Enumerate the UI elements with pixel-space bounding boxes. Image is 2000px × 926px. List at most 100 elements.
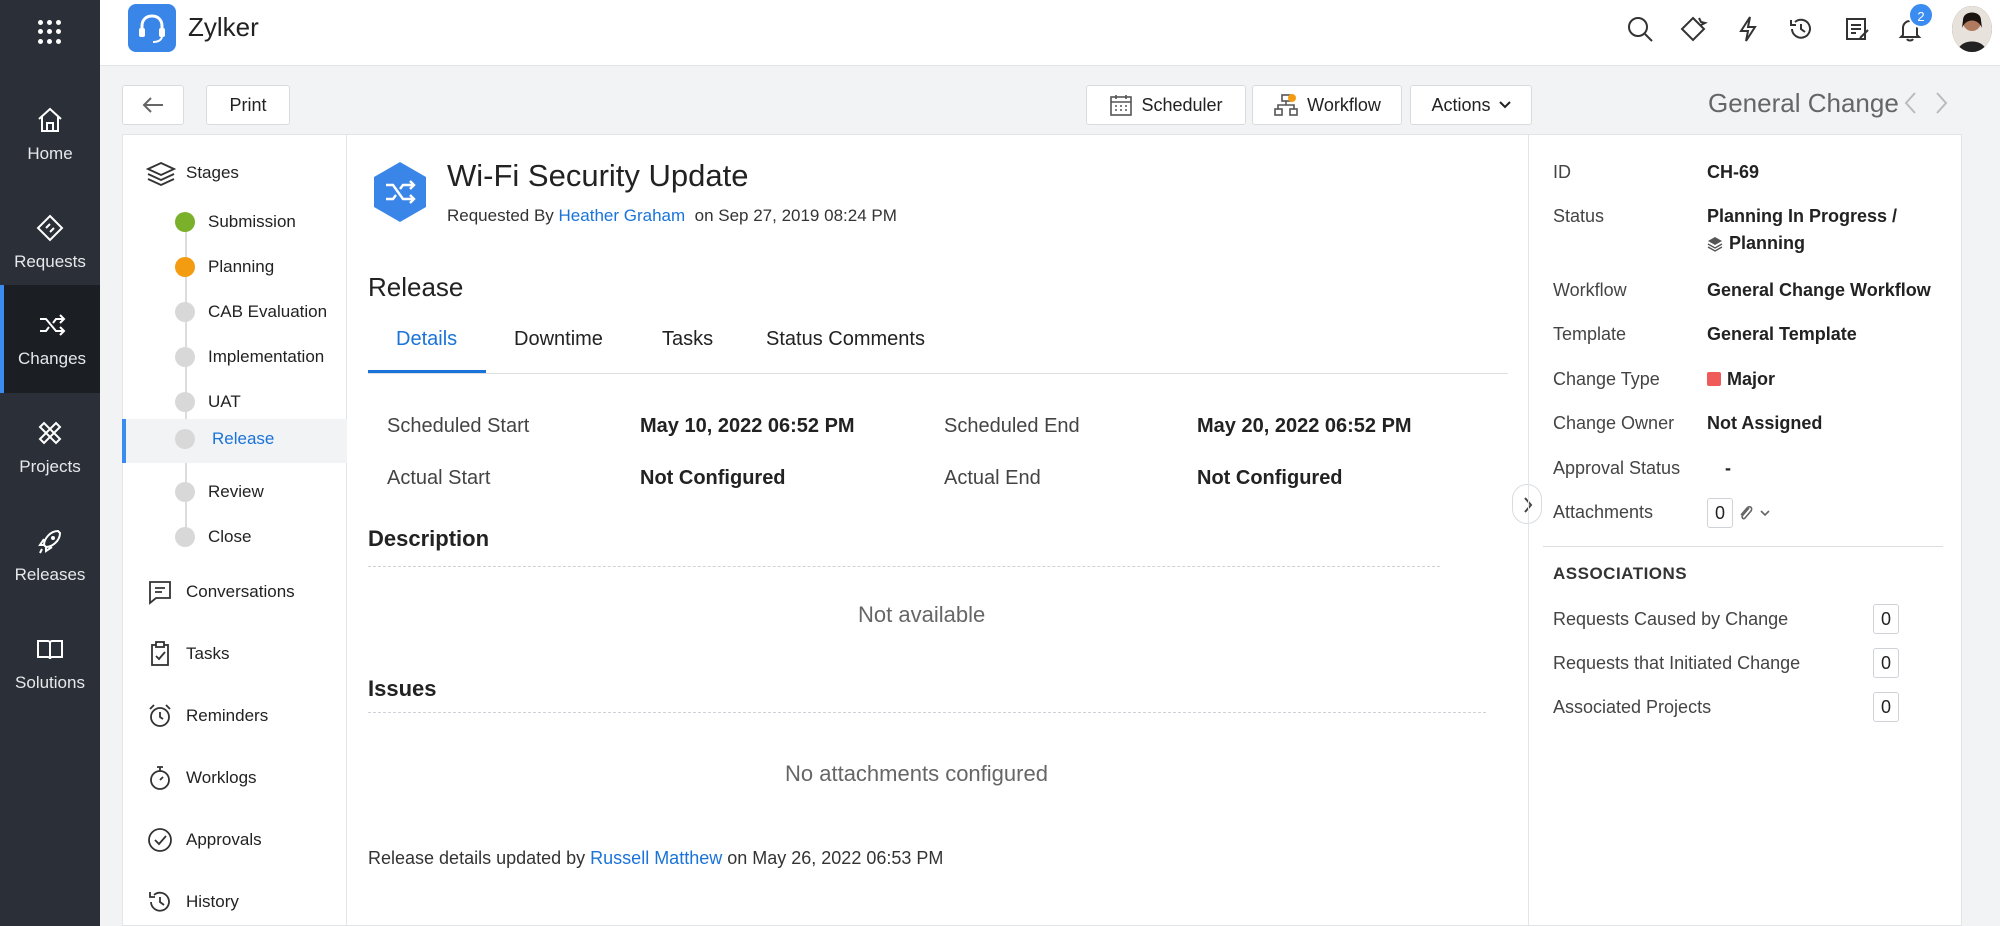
menu-reminders[interactable]: Reminders	[146, 702, 268, 730]
print-label: Print	[229, 94, 267, 115]
menu-history[interactable]: History	[146, 888, 239, 916]
nav-item-releases[interactable]: Releases	[0, 501, 100, 609]
association-projects[interactable]: Associated Projects	[1553, 697, 1711, 718]
menu-conversations[interactable]: Conversations	[146, 578, 295, 606]
scheduler-label: Scheduler	[1141, 94, 1223, 115]
scheduled-end-label: Scheduled End	[944, 415, 1080, 437]
stage-release[interactable]: Release	[122, 419, 347, 463]
requester-link[interactable]: Heather Graham	[559, 206, 686, 225]
nav-item-home[interactable]: Home	[0, 80, 100, 188]
divider	[368, 712, 1486, 713]
approval-label: Approval Status	[1553, 458, 1681, 478]
stage-dot	[175, 302, 195, 322]
approval-value: -	[1725, 458, 1731, 478]
updated-prefix: Release details updated by	[368, 848, 586, 868]
avatar[interactable]	[1952, 6, 1992, 52]
status-label: Status	[1553, 206, 1605, 226]
change-type-text: Major	[1727, 369, 1776, 389]
nav-item-changes[interactable]: Changes	[0, 285, 100, 393]
stage-uat[interactable]: UAT	[122, 382, 347, 422]
projects-icon	[38, 421, 62, 445]
status-stage-label: Planning	[1729, 233, 1805, 253]
scheduled-start-label: Scheduled Start	[387, 415, 530, 437]
menu-approvals[interactable]: Approvals	[146, 826, 262, 854]
requested-by-label: Requested By	[447, 206, 554, 225]
tools-icon[interactable]	[1678, 14, 1708, 44]
lightning-icon[interactable]	[1733, 14, 1763, 44]
apps-grid-icon[interactable]	[38, 20, 62, 44]
requested-date: on Sep 27, 2019 08:24 PM	[694, 206, 897, 225]
stage-dot	[175, 527, 195, 547]
scheduler-button[interactable]: Scheduler	[1086, 85, 1246, 125]
menu-label: Reminders	[186, 706, 269, 725]
history-icon[interactable]	[1786, 14, 1816, 44]
tab-tasks[interactable]: Tasks	[662, 328, 713, 351]
page-type-title: General Change	[1708, 88, 1899, 118]
scheduled-end-value: May 20, 2022 06:52 PM	[1197, 415, 1412, 437]
top-bar: Zylker 2	[100, 0, 2000, 66]
tab-status-comments[interactable]: Status Comments	[766, 328, 925, 351]
menu-worklogs[interactable]: Worklogs	[146, 764, 257, 792]
alarm-clock-icon	[149, 704, 171, 727]
app-logo[interactable]	[128, 4, 176, 52]
requested-by: Requested By Heather Graham on Sep 27, 2…	[447, 206, 897, 226]
print-button[interactable]: Print	[206, 85, 290, 125]
association-requests-initiated[interactable]: Requests that Initiated Change	[1553, 653, 1800, 674]
menu-label: Tasks	[186, 644, 230, 663]
paperclip-icon	[1740, 505, 1753, 520]
next-record-icon[interactable]	[1930, 90, 1952, 116]
tab-downtime[interactable]: Downtime	[514, 328, 603, 351]
stage-dot	[175, 347, 195, 367]
workflow-icon	[1274, 94, 1298, 116]
nav-item-requests[interactable]: Requests	[0, 188, 100, 296]
updated-by-link[interactable]: Russell Matthew	[590, 848, 722, 868]
release-details: Wi-Fi Security Update Requested By Heath…	[348, 134, 1528, 926]
layers-icon	[1707, 236, 1723, 252]
status-stage: Planning	[1707, 233, 1805, 254]
stage-implementation[interactable]: Implementation	[122, 337, 347, 377]
app-name: Zylker	[188, 12, 259, 42]
solutions-icon	[37, 640, 63, 660]
id-label: ID	[1553, 162, 1571, 182]
attachments-label: Attachments	[1553, 502, 1654, 522]
attachments-control[interactable]: 0	[1707, 498, 1771, 528]
previous-record-icon[interactable]	[1900, 90, 1922, 116]
updated-date: on May 26, 2022 06:53 PM	[727, 848, 944, 868]
association-count[interactable]: 0	[1873, 648, 1899, 678]
back-button[interactable]	[122, 85, 184, 125]
stage-label: CAB Evaluation	[208, 302, 328, 321]
issues-heading: Issues	[368, 676, 437, 701]
association-requests-caused[interactable]: Requests Caused by Change	[1553, 609, 1788, 630]
tab-details[interactable]: Details	[396, 328, 457, 351]
calendar-icon	[1110, 95, 1133, 116]
stage-submission[interactable]: Submission	[122, 202, 347, 242]
history-icon	[149, 891, 170, 912]
association-count[interactable]: 0	[1873, 692, 1899, 722]
menu-tasks[interactable]: Tasks	[146, 640, 229, 668]
changes-icon	[40, 314, 66, 336]
stage-label: Submission	[208, 212, 296, 231]
change-type-icon	[374, 162, 426, 222]
actual-end-label: Actual End	[944, 467, 1041, 489]
workflow-button[interactable]: Workflow	[1252, 85, 1402, 125]
left-nav: Home Requests Changes Projects Releases …	[0, 0, 100, 926]
stage-cab-evaluation[interactable]: CAB Evaluation	[122, 292, 347, 332]
home-icon	[38, 107, 62, 132]
chevron-down-icon	[1760, 510, 1770, 517]
stage-close[interactable]: Close	[122, 517, 347, 557]
association-count[interactable]: 0	[1873, 604, 1899, 634]
nav-label: Home	[27, 144, 73, 163]
stage-review[interactable]: Review	[122, 472, 347, 512]
stopwatch-icon	[150, 766, 170, 790]
stage-label: Implementation	[208, 347, 325, 366]
notes-icon[interactable]	[1842, 14, 1872, 44]
search-icon[interactable]	[1625, 14, 1655, 44]
nav-item-projects[interactable]: Projects	[0, 393, 100, 501]
stages-heading: Stages	[146, 160, 239, 186]
nav-item-solutions[interactable]: Solutions	[0, 609, 100, 717]
active-tab-indicator	[368, 370, 486, 373]
owner-label: Change Owner	[1553, 413, 1675, 433]
actions-button[interactable]: Actions	[1410, 85, 1532, 125]
stage-planning[interactable]: Planning	[122, 247, 347, 287]
template-label: Template	[1553, 324, 1627, 344]
